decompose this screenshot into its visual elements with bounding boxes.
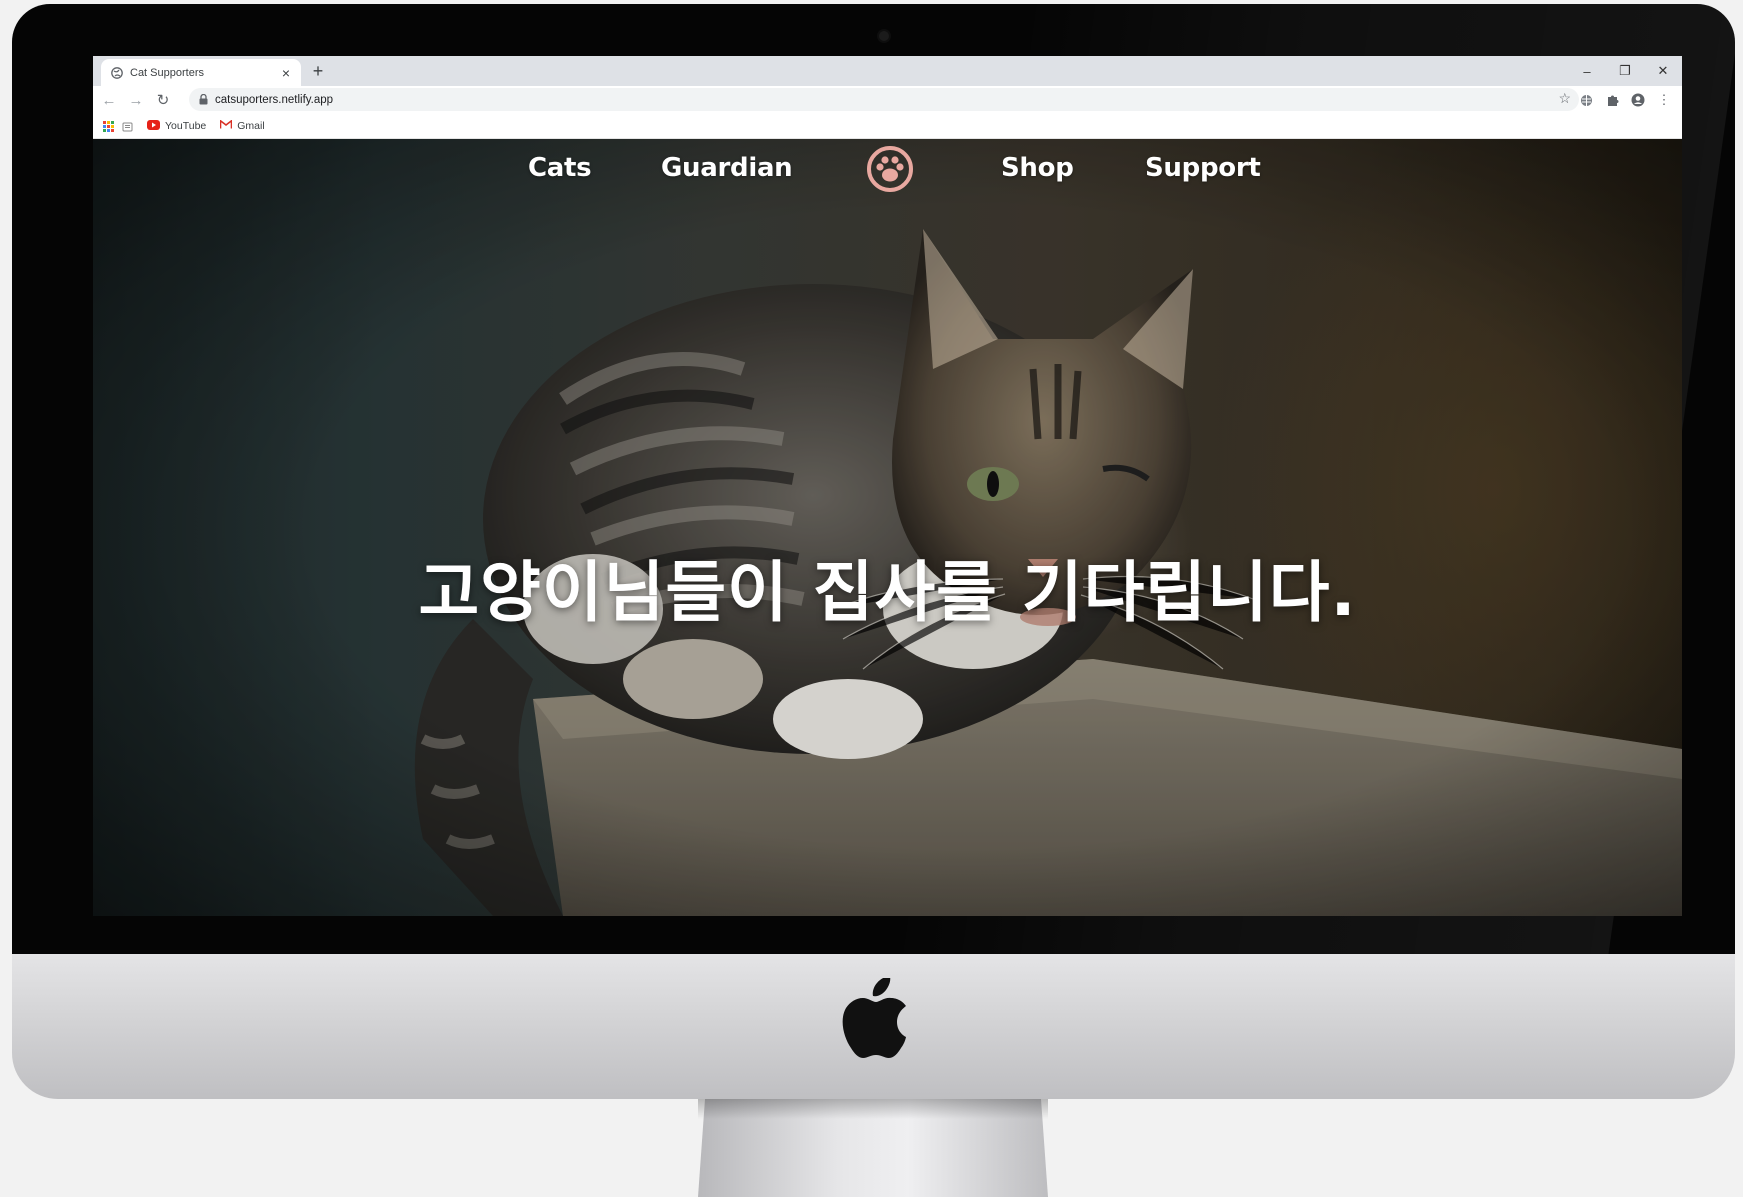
forward-button[interactable]: → <box>125 89 147 111</box>
tab-title: Cat Supporters <box>130 66 204 79</box>
back-button[interactable]: ← <box>98 89 120 111</box>
restore-button[interactable]: ❐ <box>1606 56 1644 86</box>
paw-icon[interactable] <box>866 145 914 193</box>
bookmark-gmail[interactable]: Gmail <box>219 119 265 132</box>
address-bar[interactable]: catsuporters.netlify.app ☆ <box>189 88 1579 111</box>
url-text: catsuporters.netlify.app <box>215 93 334 106</box>
minimize-button[interactable]: – <box>1568 56 1606 86</box>
nav-shop-link[interactable]: Shop <box>1001 153 1074 183</box>
nav-guardian-link[interactable]: Guardian <box>661 153 793 183</box>
window-controls: – ❐ ✕ <box>1568 56 1682 86</box>
site-nav: Cats Guardian Shop Support <box>93 139 1682 204</box>
cat-photo <box>93 139 1682 916</box>
extension-globe-icon[interactable] <box>1576 89 1596 111</box>
bookmark-label: Gmail <box>237 120 265 132</box>
browser-toolbar: ← → ↻ catsuporters.netlify.app ☆ ⋮ <box>93 86 1682 114</box>
bookmark-folder-icon[interactable] <box>122 121 133 132</box>
new-tab-button[interactable]: + <box>307 61 329 81</box>
menu-dots-icon[interactable]: ⋮ <box>1654 89 1674 111</box>
apple-logo-icon <box>842 978 906 1058</box>
hero-section: Cats Guardian Shop Support 고양이님들이 집사를 기다… <box>93 139 1682 916</box>
bookmark-youtube[interactable]: YouTube <box>147 119 207 133</box>
profile-icon[interactable] <box>1628 89 1648 111</box>
reload-icon: ↻ <box>156 92 170 109</box>
browser-tab-bar: Cat Supporters × + – ❐ ✕ <box>93 56 1682 86</box>
apps-icon[interactable] <box>103 120 114 132</box>
arrow-right-icon: → <box>128 91 144 109</box>
nav-cats-link[interactable]: Cats <box>528 153 592 183</box>
lock-icon <box>197 94 209 106</box>
youtube-icon <box>147 119 160 133</box>
bookmark-star-icon[interactable]: ☆ <box>1558 90 1571 107</box>
extension-icons: ⋮ <box>1576 89 1674 111</box>
puzzle-icon[interactable] <box>1602 89 1622 111</box>
gmail-icon <box>219 119 233 132</box>
screen: Cat Supporters × + – ❐ ✕ ← → ↻ catsuport… <box>93 56 1682 916</box>
bookmark-label: YouTube <box>165 120 207 132</box>
arrow-left-icon: ← <box>101 91 117 109</box>
nav-support-link[interactable]: Support <box>1145 153 1261 183</box>
camera <box>879 31 889 41</box>
hero-heading: 고양이님들이 집사를 기다립니다. <box>418 554 1357 632</box>
browser-tab[interactable]: Cat Supporters × <box>101 59 301 86</box>
close-window-button[interactable]: ✕ <box>1644 56 1682 86</box>
monitor-bezel: Cat Supporters × + – ❐ ✕ ← → ↻ catsuport… <box>12 4 1735 954</box>
close-tab-icon[interactable]: × <box>277 65 295 81</box>
reload-button[interactable]: ↻ <box>152 89 174 111</box>
globe-icon <box>110 66 123 79</box>
bookmarks-bar: YouTube Gmail <box>93 114 1682 139</box>
stand-shadow <box>698 1099 1048 1119</box>
